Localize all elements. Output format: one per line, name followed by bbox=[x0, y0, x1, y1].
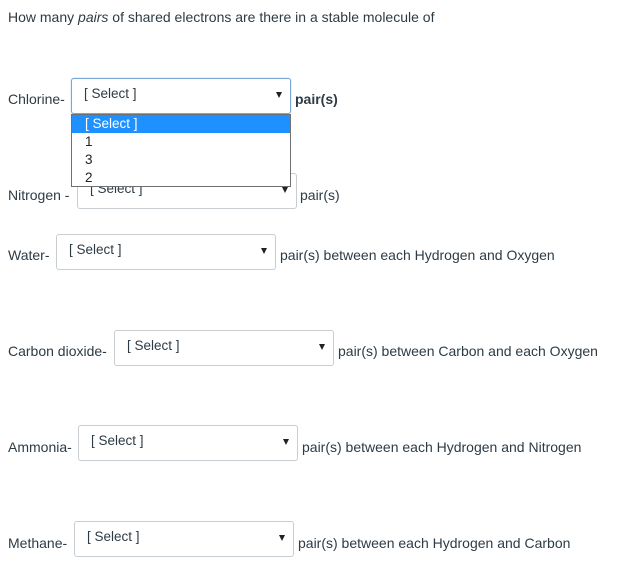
caret-down-icon bbox=[279, 535, 285, 541]
dropdown-option[interactable]: 3 bbox=[72, 151, 290, 169]
select-value: [ Select ] bbox=[127, 338, 180, 353]
chlorine-dropdown-list: [ Select ] 1 3 2 bbox=[71, 114, 291, 187]
chlorine-select[interactable]: [ Select ] bbox=[71, 78, 291, 114]
row-label: Methane- bbox=[8, 535, 67, 551]
methane-select[interactable]: [ Select ] bbox=[74, 521, 294, 557]
question-prefix: How many bbox=[8, 9, 78, 25]
row-suffix: pair(s) between each Hydrogen and Oxygen bbox=[280, 247, 555, 263]
row-suffix: pair(s) between each Hydrogen and Nitrog… bbox=[302, 439, 581, 455]
dropdown-option[interactable]: 2 bbox=[72, 169, 290, 187]
select-value: [ Select ] bbox=[91, 433, 144, 448]
row-label: Carbon dioxide- bbox=[8, 343, 107, 359]
dropdown-option[interactable]: [ Select ] bbox=[72, 115, 290, 133]
select-value: [ Select ] bbox=[87, 529, 140, 544]
caret-down-icon bbox=[319, 344, 325, 350]
caret-down-icon bbox=[276, 92, 282, 98]
row-suffix: pair(s) bbox=[300, 187, 340, 203]
carbon-dioxide-select[interactable]: [ Select ] bbox=[114, 330, 334, 366]
select-value: [ Select ] bbox=[84, 86, 137, 101]
select-value: [ Select ] bbox=[69, 242, 122, 257]
row-suffix: pair(s) bbox=[295, 91, 338, 107]
water-select[interactable]: [ Select ] bbox=[56, 234, 276, 270]
ammonia-select[interactable]: [ Select ] bbox=[78, 425, 298, 461]
question-emphasis: pairs bbox=[78, 9, 108, 25]
caret-down-icon bbox=[283, 439, 289, 445]
question-suffix: of shared electrons are there in a stabl… bbox=[108, 9, 434, 25]
question-text: How many pairs of shared electrons are t… bbox=[8, 9, 434, 25]
caret-down-icon bbox=[282, 187, 288, 193]
row-label: Ammonia- bbox=[8, 439, 72, 455]
row-label: Nitrogen - bbox=[8, 187, 69, 203]
row-label: Chlorine- bbox=[8, 91, 65, 107]
row-suffix: pair(s) between Carbon and each Oxygen bbox=[338, 343, 598, 359]
dropdown-option[interactable]: 1 bbox=[72, 133, 290, 151]
row-suffix: pair(s) between each Hydrogen and Carbon bbox=[298, 535, 570, 551]
caret-down-icon bbox=[261, 248, 267, 254]
row-label: Water- bbox=[8, 247, 49, 263]
